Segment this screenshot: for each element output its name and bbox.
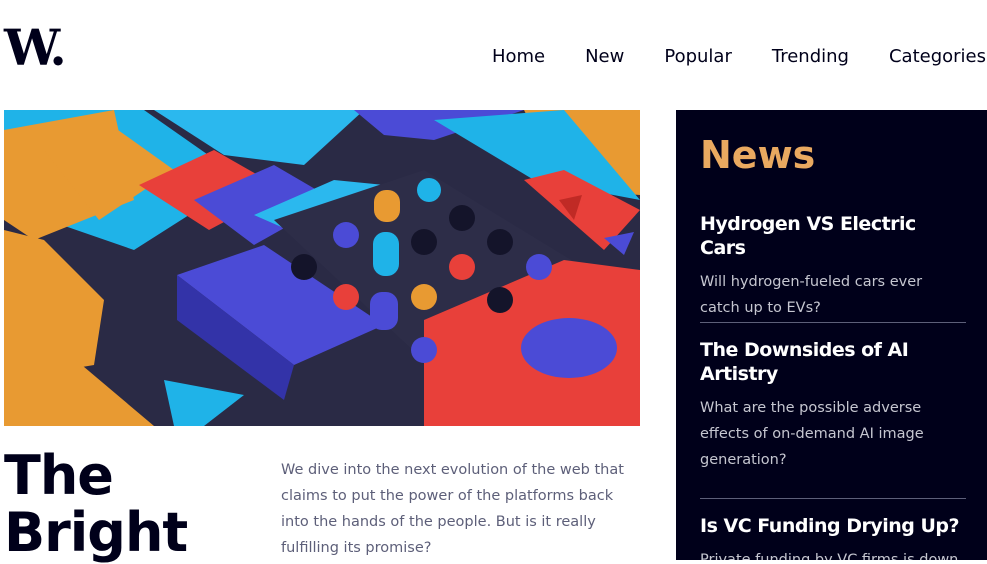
news-item-title[interactable]: The Downsides of AI Artistry <box>700 338 966 386</box>
site-logo[interactable]: W. <box>4 22 67 74</box>
hero-image <box>4 110 640 426</box>
news-item: Hydrogen VS Electric Cars Will hydrogen-… <box>700 212 966 321</box>
nav-new[interactable]: New <box>585 45 624 69</box>
article-intro: We dive into the next evolution of the w… <box>281 462 624 556</box>
nav-popular[interactable]: Popular <box>664 45 732 69</box>
news-separator <box>700 322 966 323</box>
news-item-summary: What are the possible adverse effects of… <box>700 400 924 468</box>
page-headline: The Bright <box>4 444 188 564</box>
nav-home[interactable]: Home <box>492 45 545 69</box>
news-title: News <box>700 133 816 177</box>
news-item: The Downsides of AI Artistry What are th… <box>700 338 966 473</box>
main-nav: Home New Popular Trending Categories <box>492 45 986 69</box>
news-item: Is VC Funding Drying Up? Private funding… <box>700 514 966 560</box>
news-separator <box>700 498 966 499</box>
news-item-title[interactable]: Is VC Funding Drying Up? <box>700 514 966 538</box>
news-item-summary: Will hydrogen-fueled cars ever catch up … <box>700 274 923 316</box>
nav-categories[interactable]: Categories <box>889 45 986 69</box>
news-sidebar: News Hydrogen VS Electric Cars Will hydr… <box>676 110 987 560</box>
news-item-title[interactable]: Hydrogen VS Electric Cars <box>700 212 966 260</box>
nav-trending[interactable]: Trending <box>772 45 849 69</box>
news-item-summary: Private funding by VC firms is down <box>700 552 959 560</box>
